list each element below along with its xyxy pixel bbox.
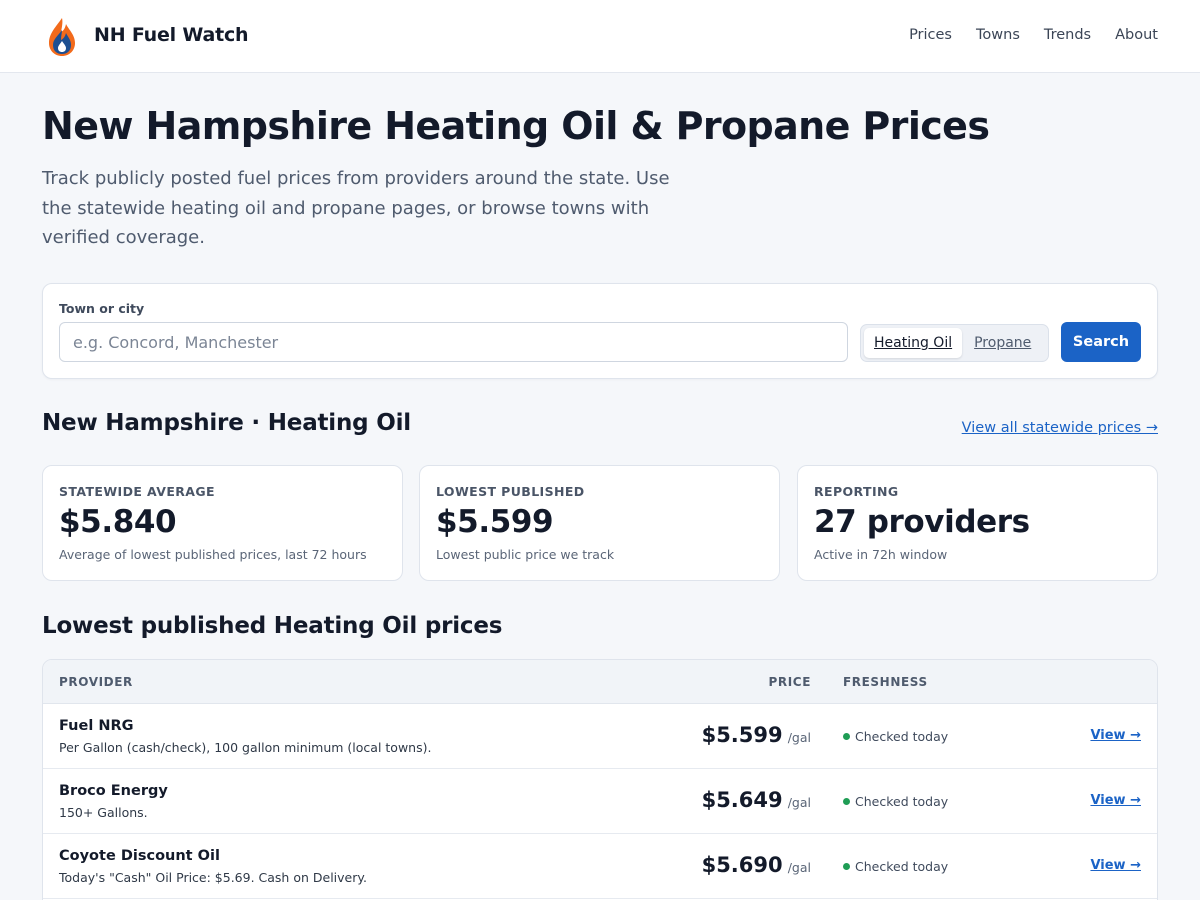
table-header-row: PROVIDER PRICE FRESHNESS [43, 660, 1157, 704]
fuel-option-heating-oil[interactable]: Heating Oil [864, 328, 963, 358]
table-row: Coyote Discount Oil Today's "Cash" Oil P… [43, 834, 1157, 899]
view-provider-link[interactable]: View → [1090, 858, 1141, 873]
price-value: $5.599 [701, 723, 783, 747]
page-title: New Hampshire Heating Oil & Propane Pric… [42, 104, 990, 148]
stat-value: 27 providers [814, 504, 1030, 540]
status-dot-icon [843, 798, 850, 805]
price-value: $5.690 [701, 853, 783, 877]
stat-card-statewide-average: Statewide average $5.840 Average of lowe… [42, 465, 403, 581]
view-all-statewide-link[interactable]: View all statewide prices → [962, 420, 1158, 436]
column-header-price: PRICE [768, 675, 811, 689]
price-cell: $5.690 /gal [702, 853, 811, 877]
stat-label: Reporting [814, 484, 899, 499]
stat-label: Lowest published [436, 484, 585, 499]
fuel-option-propane[interactable]: Propane [964, 328, 1041, 358]
price-unit: /gal [787, 860, 811, 875]
search-card: Town or city Heating Oil Propane Search [42, 283, 1158, 379]
price-unit: /gal [787, 730, 811, 745]
freshness-text: Checked today [855, 859, 949, 874]
freshness-status: Checked today [843, 794, 948, 809]
summary-section-title: New Hampshire · Heating Oil [42, 410, 411, 436]
view-provider-link[interactable]: View → [1090, 793, 1141, 808]
freshness-status: Checked today [843, 729, 948, 744]
provider-note: 150+ Gallons. [59, 805, 148, 820]
stat-value: $5.840 [59, 504, 177, 540]
nav-link-towns[interactable]: Towns [976, 27, 1020, 43]
provider-note: Today's "Cash" Oil Price: $5.69. Cash on… [59, 870, 367, 885]
brand-name[interactable]: NH Fuel Watch [94, 24, 249, 46]
nav-link-prices[interactable]: Prices [909, 27, 952, 43]
fuel-type-toggle: Heating Oil Propane [860, 324, 1049, 362]
stat-note: Lowest public price we track [436, 547, 615, 562]
stat-note: Average of lowest published prices, last… [59, 547, 367, 562]
nav-link-trends[interactable]: Trends [1044, 27, 1091, 43]
provider-name: Coyote Discount Oil [59, 848, 220, 864]
column-header-provider: PROVIDER [59, 675, 133, 689]
provider-name: Broco Energy [59, 783, 168, 799]
column-header-freshness: FRESHNESS [843, 675, 928, 689]
top-navigation-bar: NH Fuel Watch Prices Towns Trends About [0, 0, 1200, 73]
status-dot-icon [843, 733, 850, 740]
table-row: Fuel NRG Per Gallon (cash/check), 100 ga… [43, 704, 1157, 769]
town-search-input[interactable] [59, 322, 848, 362]
price-value: $5.649 [701, 788, 783, 812]
price-cell: $5.649 /gal [702, 788, 811, 812]
price-table: PROVIDER PRICE FRESHNESS Fuel NRG Per Ga… [42, 659, 1158, 900]
stat-note: Active in 72h window [814, 547, 948, 562]
page-subtitle: Track publicly posted fuel prices from p… [42, 168, 670, 248]
town-search-label: Town or city [59, 301, 145, 316]
stat-label: Statewide average [59, 484, 215, 499]
freshness-status: Checked today [843, 859, 948, 874]
price-unit: /gal [787, 795, 811, 810]
stat-card-reporting: Reporting 27 providers Active in 72h win… [797, 465, 1158, 581]
stat-card-lowest-published: Lowest published $5.599 Lowest public pr… [419, 465, 780, 581]
nav-link-about[interactable]: About [1115, 27, 1158, 43]
freshness-text: Checked today [855, 729, 949, 744]
provider-note: Per Gallon (cash/check), 100 gallon mini… [59, 740, 432, 755]
flame-drop-icon[interactable] [46, 17, 78, 57]
status-dot-icon [843, 863, 850, 870]
table-row: Broco Energy 150+ Gallons. $5.649 /gal C… [43, 769, 1157, 834]
main-nav: Prices Towns Trends About [909, 27, 1158, 43]
provider-name: Fuel NRG [59, 718, 134, 734]
freshness-text: Checked today [855, 794, 949, 809]
view-provider-link[interactable]: View → [1090, 728, 1141, 743]
price-table-title: Lowest published Heating Oil prices [42, 613, 503, 639]
search-button[interactable]: Search [1061, 322, 1141, 362]
price-cell: $5.599 /gal [702, 723, 811, 747]
stat-value: $5.599 [436, 504, 554, 540]
